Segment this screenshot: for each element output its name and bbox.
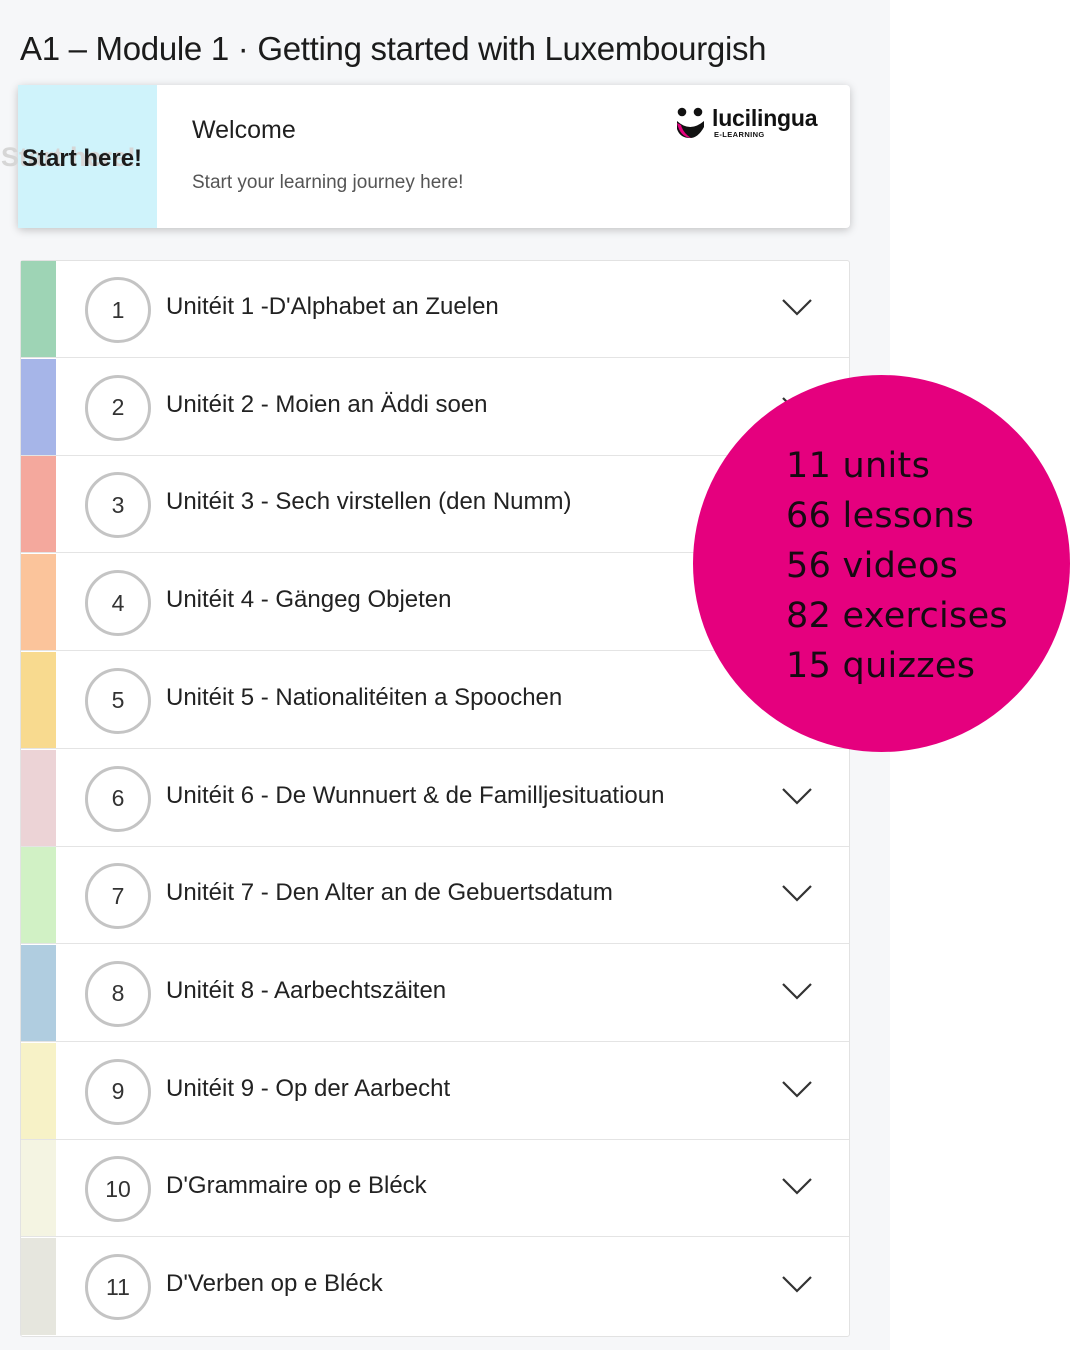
stats-item: 15 quizzes xyxy=(786,646,976,686)
unit-number-badge: 4 xyxy=(85,570,151,637)
stats-bubble: 11 units 66 lessons 56 videos 82 exercises 1… xyxy=(693,375,1070,752)
unit-title: Unitéit 3 - Sech virstellen (den Numm) xyxy=(166,488,572,516)
unit-number-badge: 2 xyxy=(85,374,151,441)
chevron-down-icon[interactable] xyxy=(781,883,813,903)
unit-number-badge: 9 xyxy=(85,1058,151,1125)
unit-row[interactable]: 10 D'Grammaire op e Bléck xyxy=(21,1140,849,1238)
chevron-down-icon[interactable] xyxy=(781,297,813,317)
unit-color-stripe xyxy=(21,944,56,1041)
unit-title: Unitéit 4 - Gängeg Objeten xyxy=(166,586,452,614)
unit-title: Unitéit 9 - Op der Aarbecht xyxy=(166,1074,451,1102)
unit-color-stripe xyxy=(21,261,56,357)
unit-number-badge: 6 xyxy=(85,765,151,832)
unit-row[interactable]: 1 Unitéit 1 -D'Alphabet an Zuelen xyxy=(21,261,849,358)
unit-number-badge: 7 xyxy=(85,863,151,930)
stats-list: 11 units 66 lessons 56 videos 82 exercises 1… xyxy=(786,441,1008,691)
unit-number-badge: 1 xyxy=(85,277,151,343)
brand-tagline: E-LEARNING xyxy=(714,130,765,139)
unit-row[interactable]: 11 D'Verben op e Bléck xyxy=(21,1238,849,1335)
stats-item: 66 lessons xyxy=(786,496,975,536)
stats-item: 56 videos xyxy=(786,546,959,586)
unit-title: D'Grammaire op e Bléck xyxy=(166,1172,427,1200)
unit-row[interactable]: 7 Unitéit 7 - Den Alter an de Gebuertsdat… xyxy=(21,847,849,945)
unit-color-stripe xyxy=(21,1140,56,1237)
unit-color-stripe xyxy=(21,847,56,944)
chevron-down-icon[interactable] xyxy=(781,981,813,1001)
unit-number-badge: 5 xyxy=(85,667,151,734)
unit-row[interactable]: 9 Unitéit 9 - Op der Aarbecht xyxy=(21,1042,849,1140)
unit-number-badge: 3 xyxy=(85,472,151,539)
chevron-down-icon[interactable] xyxy=(781,1079,813,1099)
unit-color-stripe xyxy=(21,456,56,553)
unit-title: Unitéit 1 -D'Alphabet an Zuelen xyxy=(166,293,499,320)
stats-item: 82 exercises xyxy=(786,596,1008,636)
brand-logo: lucilingua E-LEARNING xyxy=(674,105,834,145)
unit-title: Unitéit 7 - Den Alter an de Gebuertsdatu… xyxy=(166,879,613,907)
unit-number-badge: 10 xyxy=(85,1156,151,1223)
chevron-down-icon[interactable] xyxy=(781,786,813,806)
stats-item: 11 units xyxy=(786,446,931,486)
module-title: A1 – Module 1 · Getting started with Lux… xyxy=(20,30,767,67)
unit-row[interactable]: 6 Unitéit 6 - De Wunnuert & de Familljesi… xyxy=(21,749,849,847)
unit-color-stripe xyxy=(21,1042,56,1139)
unit-color-stripe xyxy=(21,554,56,651)
unit-color-stripe xyxy=(21,1238,56,1335)
unit-row[interactable]: 2 Unitéit 2 - Moien an Äddi soen xyxy=(21,358,849,456)
welcome-card[interactable]: Start here! Start here! Welcome Start yo… xyxy=(1,85,850,228)
unit-title: Unitéit 8 - Aarbechtszäiten xyxy=(166,976,447,1004)
lucilingua-logo-icon xyxy=(677,107,704,138)
unit-color-stripe xyxy=(21,651,56,748)
chevron-down-icon[interactable] xyxy=(781,1176,813,1196)
unit-title: Unitéit 2 - Moien an Äddi soen xyxy=(166,390,488,418)
unit-title: D'Verben op e Bléck xyxy=(166,1270,383,1297)
welcome-title: Welcome xyxy=(192,116,296,144)
start-here-label: Start here! xyxy=(22,145,143,172)
unit-color-stripe xyxy=(21,749,56,846)
unit-row[interactable]: 8 Unitéit 8 - Aarbechtszäiten xyxy=(21,944,849,1042)
unit-color-stripe xyxy=(21,358,56,455)
unit-title: Unitéit 5 - Nationalitéiten a Spoochen xyxy=(166,683,563,711)
chevron-down-icon[interactable] xyxy=(781,1274,813,1294)
unit-number-badge: 11 xyxy=(85,1254,151,1320)
welcome-subtitle: Start your learning journey here! xyxy=(192,172,464,193)
unit-number-badge: 8 xyxy=(85,960,151,1027)
brand-name: lucilingua xyxy=(712,105,818,131)
unit-title: Unitéit 6 - De Wunnuert & de Familljesit… xyxy=(166,781,665,809)
unit-list: 1 Unitéit 1 -D'Alphabet an Zuelen 2 Unitéit… xyxy=(20,260,850,1337)
